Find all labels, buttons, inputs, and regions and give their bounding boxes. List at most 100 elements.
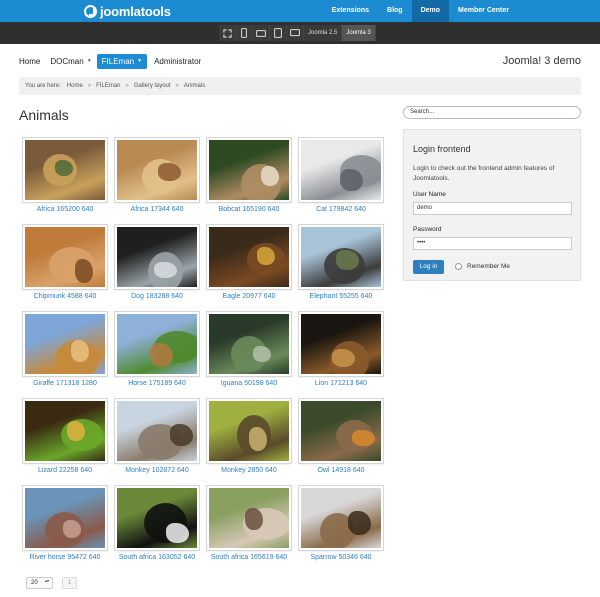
gallery-thumbnail[interactable] [299, 486, 383, 550]
gallery-caption[interactable]: Africa 17344 640 [105, 206, 209, 213]
limit-select[interactable]: 20 [26, 577, 53, 589]
photo-detail [154, 262, 177, 278]
gallery-item[interactable]: Africa 17344 640 [113, 138, 201, 220]
top-nav-blog[interactable]: Blog [378, 0, 412, 22]
breadcrumb-home[interactable]: Home [67, 83, 83, 89]
version-joomla-3[interactable]: Joomla 3 [342, 25, 376, 41]
gallery-caption[interactable]: Cat 179842 640 [289, 206, 393, 213]
remember-checkbox[interactable] [455, 263, 462, 270]
gallery-thumbnail[interactable] [115, 225, 199, 289]
gallery-thumbnail[interactable] [207, 486, 291, 550]
gallery-thumbnail[interactable] [23, 138, 107, 202]
gallery-item[interactable]: Sparrow 50346 640 [297, 486, 385, 568]
version-joomla-25[interactable]: Joomla 2.5 [304, 25, 343, 41]
top-nav-demo[interactable]: Demo [411, 0, 450, 22]
gallery-item[interactable]: Elephant 55255 640 [297, 225, 385, 307]
gallery-thumbnail[interactable] [299, 399, 383, 463]
photo-detail [170, 424, 193, 446]
gallery-thumbnail[interactable] [299, 312, 383, 376]
gallery-thumbnail[interactable] [207, 399, 291, 463]
password-field[interactable]: •••• [413, 237, 572, 250]
gallery-thumbnail[interactable] [115, 399, 199, 463]
gallery-caption[interactable]: River horse 95472 640 [13, 554, 117, 561]
nav-fileman[interactable]: FILEman ▼ [96, 53, 148, 69]
login-module: Login frontend Login to check out the fr… [403, 129, 581, 281]
gallery-thumbnail[interactable] [207, 312, 291, 376]
fullscreen-icon[interactable] [219, 25, 236, 41]
gallery-thumbnail[interactable] [115, 312, 199, 376]
gallery-item[interactable]: Monkey 2850 640 [205, 399, 293, 481]
gallery-item[interactable]: Lion 171213 640 [297, 312, 385, 394]
photo-detail [245, 508, 263, 530]
desktop-icon[interactable] [287, 25, 304, 41]
top-bar: joomlatools Extensions Blog Demo Member … [0, 0, 600, 22]
gallery-caption[interactable]: Sparrow 50346 640 [289, 554, 393, 561]
gallery-caption[interactable]: Lion 171213 640 [289, 380, 393, 387]
phone-icon[interactable] [236, 25, 253, 41]
gallery-item[interactable]: Owl 14918 640 [297, 399, 385, 481]
username-field[interactable]: demo [413, 202, 572, 215]
gallery-thumbnail[interactable] [207, 138, 291, 202]
breadcrumb-current: Animals [183, 83, 206, 89]
gallery-caption[interactable]: South africa 165619 640 [197, 554, 301, 561]
search-input[interactable]: Search... [403, 106, 581, 119]
breadcrumb-gallery-layout[interactable]: Gallery layout [134, 83, 171, 89]
gallery-thumbnail[interactable] [23, 312, 107, 376]
gallery-caption[interactable]: Eagle 20977 640 [197, 293, 301, 300]
top-nav-member-center[interactable]: Member Center [449, 0, 518, 22]
gallery-caption[interactable]: Chipmunk 4588 640 [13, 293, 117, 300]
page-title: Animals [19, 107, 69, 123]
gallery-caption[interactable]: Africa 165200 640 [13, 206, 117, 213]
gallery-thumbnail[interactable] [115, 138, 199, 202]
gallery-caption[interactable]: Horse 175189 640 [105, 380, 209, 387]
nav-home[interactable]: Home [19, 57, 40, 66]
gallery-item[interactable]: Iguana 50198 640 [205, 312, 293, 394]
tablet-icon[interactable] [270, 25, 287, 41]
photo-detail [75, 259, 93, 283]
gallery-thumbnail[interactable] [23, 486, 107, 550]
gallery-caption[interactable]: Giraffe 171318 1280 [13, 380, 117, 387]
gallery-thumbnail[interactable] [115, 486, 199, 550]
gallery-thumbnail[interactable] [23, 399, 107, 463]
photo-detail [253, 346, 271, 362]
nav-docman[interactable]: DOCman ▼ [50, 57, 91, 66]
gallery-item[interactable]: Bobcat 165190 640 [205, 138, 293, 220]
breadcrumb-fileman[interactable]: FILEman [96, 83, 120, 89]
gallery-item[interactable]: Eagle 20977 640 [205, 225, 293, 307]
gallery-caption[interactable]: Bobcat 165190 640 [197, 206, 301, 213]
gallery-item[interactable]: Lizard 22258 640 [21, 399, 109, 481]
gallery-item[interactable]: Horse 175189 640 [113, 312, 201, 394]
gallery-caption[interactable]: Lizard 22258 640 [13, 467, 117, 474]
gallery-item[interactable]: South africa 163052 640 [113, 486, 201, 568]
photo-detail [261, 166, 279, 186]
remember-me[interactable]: Remember Me [455, 263, 510, 270]
main-nav: Home DOCman ▼ FILEman ▼ Administrator [19, 53, 211, 69]
gallery-caption[interactable]: Dog 183288 640 [105, 293, 209, 300]
gallery-item[interactable]: Cat 179842 640 [297, 138, 385, 220]
gallery-caption[interactable]: Monkey 102872 640 [105, 467, 209, 474]
breadcrumb: You are here: Home » FILEman » Gallery l… [19, 77, 581, 95]
gallery-item[interactable]: South africa 165619 640 [205, 486, 293, 568]
brand-logo[interactable]: joomlatools [84, 4, 171, 19]
gallery-item[interactable]: Chipmunk 4588 640 [21, 225, 109, 307]
gallery-item[interactable]: River horse 95472 640 [21, 486, 109, 568]
phone-landscape-icon[interactable] [253, 25, 270, 41]
gallery-item[interactable]: Monkey 102872 640 [113, 399, 201, 481]
gallery-caption[interactable]: South africa 163052 640 [105, 554, 209, 561]
login-button[interactable]: Log in [413, 260, 444, 274]
gallery-thumbnail[interactable] [299, 225, 383, 289]
top-nav-extensions[interactable]: Extensions [323, 0, 378, 22]
gallery-thumbnail[interactable] [207, 225, 291, 289]
gallery-thumbnail[interactable] [299, 138, 383, 202]
gallery-caption[interactable]: Iguana 50198 640 [197, 380, 301, 387]
gallery-thumbnail[interactable] [23, 225, 107, 289]
gallery-item[interactable]: Africa 165200 640 [21, 138, 109, 220]
nav-administrator[interactable]: Administrator [154, 57, 201, 66]
page-number[interactable]: 1 [62, 577, 77, 589]
gallery-caption[interactable]: Owl 14918 640 [289, 467, 393, 474]
gallery-item[interactable]: Dog 183288 640 [113, 225, 201, 307]
gallery-caption[interactable]: Monkey 2850 640 [197, 467, 301, 474]
gallery-caption[interactable]: Elephant 55255 640 [289, 293, 393, 300]
gallery-item[interactable]: Giraffe 171318 1280 [21, 312, 109, 394]
photo-detail [71, 340, 89, 362]
